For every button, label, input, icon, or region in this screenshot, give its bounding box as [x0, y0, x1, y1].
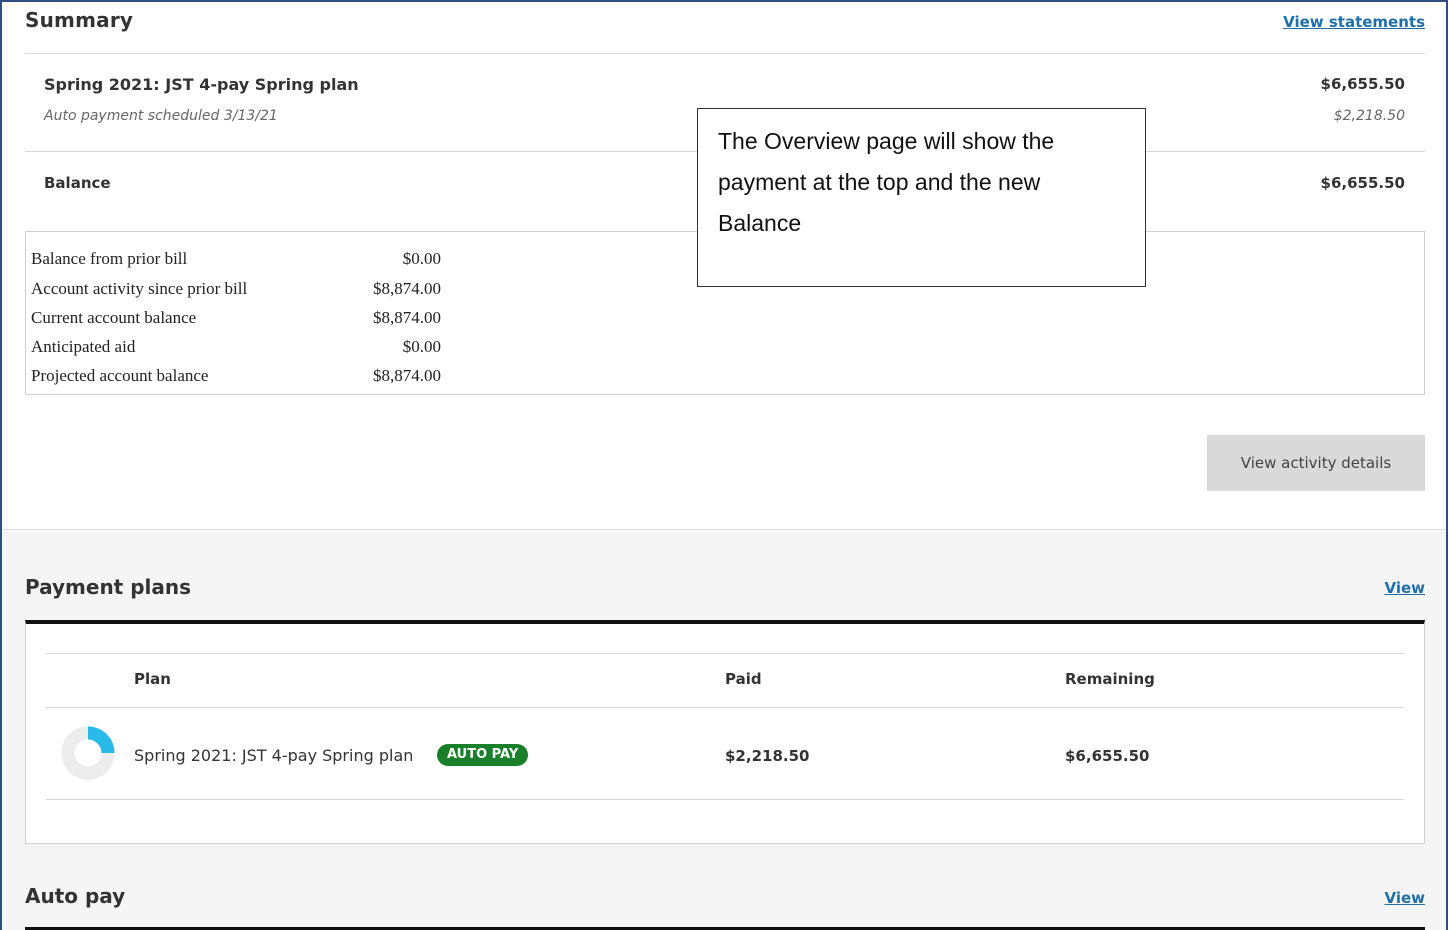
auto-pay-badge: AUTO PAY — [437, 744, 529, 766]
view-statements-link[interactable]: View statements — [1283, 13, 1425, 31]
plan-progress-donut-icon — [61, 726, 115, 780]
bill-row-label: Anticipated aid — [31, 337, 136, 356]
bill-row-value: $0.00 — [402, 337, 441, 356]
bill-row-label: Current account balance — [31, 308, 197, 327]
auto-pay-title: Auto pay — [25, 884, 126, 908]
bill-row-label: Projected account balance — [31, 366, 209, 385]
bill-row-value: $8,874.00 — [373, 279, 441, 298]
payment-plans-card: Plan Paid Remaining Spring 2021: JST 4-p… — [25, 620, 1425, 844]
summary-title: Summary — [25, 8, 134, 32]
column-header-paid: Paid — [725, 670, 762, 688]
column-header-remaining: Remaining — [1065, 670, 1155, 688]
view-activity-details-button[interactable]: View activity details — [1207, 435, 1425, 491]
overview-callout-note: The Overview page will show the payment … — [697, 108, 1146, 287]
plan-amount: $6,655.50 — [1320, 75, 1405, 93]
bill-row-value: $8,874.00 — [373, 366, 441, 385]
balance-label: Balance — [44, 174, 111, 192]
column-header-plan: Plan — [134, 670, 171, 688]
plan-remaining-amount: $6,655.50 — [1065, 747, 1150, 765]
balance-amount: $6,655.50 — [1320, 174, 1405, 192]
scheduled-amount: $2,218.50 — [1333, 108, 1405, 124]
divider — [25, 53, 1425, 54]
plan-row-name[interactable]: Spring 2021: JST 4-pay Spring plan — [134, 746, 413, 765]
bill-row-label: Account activity since prior bill — [31, 279, 248, 298]
auto-payment-scheduled: Auto payment scheduled 3/13/21 — [44, 108, 278, 124]
plan-paid-amount: $2,218.50 — [725, 747, 810, 765]
plans-section: Payment plans View Plan Paid Remaining S… — [2, 531, 1446, 930]
bill-row-value: $0.00 — [402, 249, 441, 268]
divider — [46, 707, 1404, 708]
plan-name: Spring 2021: JST 4-pay Spring plan — [44, 75, 359, 94]
payment-plans-view-link[interactable]: View — [1384, 579, 1425, 597]
divider — [46, 653, 1404, 654]
bill-row-value: $8,874.00 — [373, 308, 441, 327]
bill-row-label: Balance from prior bill — [31, 249, 188, 268]
payment-plans-title: Payment plans — [25, 575, 192, 599]
auto-pay-view-link[interactable]: View — [1384, 889, 1425, 907]
divider — [46, 799, 1404, 800]
